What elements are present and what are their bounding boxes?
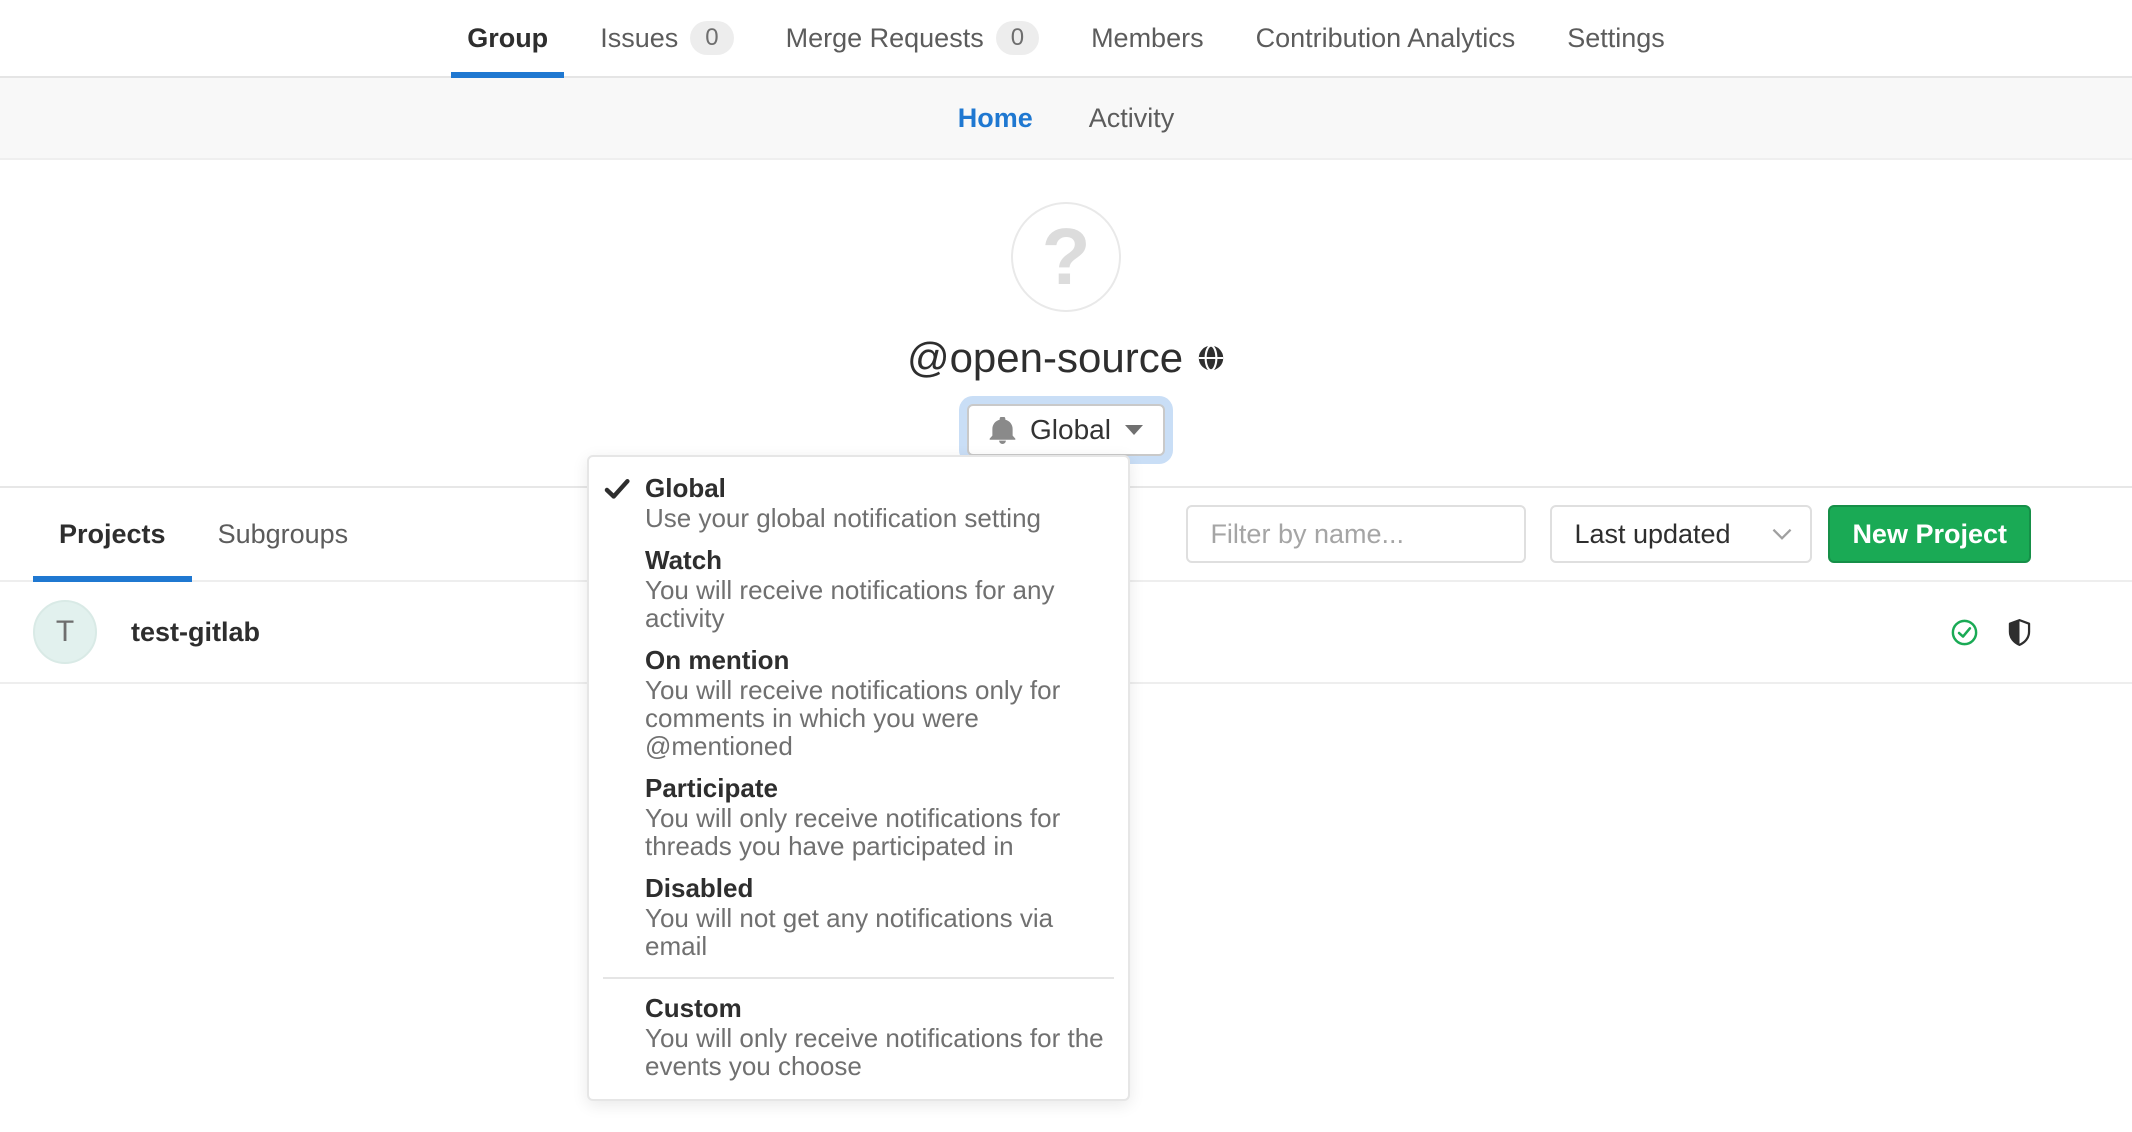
check-placeholder [589,545,645,632]
tab-settings-label: Settings [1567,23,1665,54]
option-title: Disabled [645,873,1106,904]
tab-settings[interactable]: Settings [1541,0,1691,76]
option-title: On mention [645,645,1106,676]
tab-subgroups[interactable]: Subgroups [192,488,375,580]
project-status-icons [1951,619,2031,646]
tab-projects[interactable]: Projects [33,488,192,580]
group-avatar-placeholder: ? [1042,211,1091,303]
tab-contribution-analytics[interactable]: Contribution Analytics [1230,0,1542,76]
check-placeholder [589,645,645,760]
notification-option-watch[interactable]: Watch You will receive notifications for… [589,539,1128,639]
notification-setting-button[interactable]: Global [967,404,1165,456]
option-description: You will receive notifications only for … [645,676,1106,760]
option-title: Global [645,473,1041,504]
subnav-item-activity[interactable]: Activity [1061,103,1203,134]
tab-subgroups-label: Subgroups [218,519,349,550]
project-avatar-initial: T [56,615,74,649]
option-description: You will receive notifications for any a… [645,576,1106,632]
group-avatar: ? [1011,202,1121,312]
sort-selected-label: Last updated [1574,519,1730,550]
tab-members[interactable]: Members [1065,0,1230,76]
group-header: ? @open-source Global [0,160,2132,456]
tab-projects-label: Projects [59,519,166,550]
project-avatar: T [33,600,97,664]
filter-by-name-input[interactable] [1186,505,1526,563]
notification-option-on-mention[interactable]: On mention You will receive notification… [589,639,1128,767]
top-navigation: Group Issues 0 Merge Requests 0 Members … [0,0,2132,78]
sub-navigation: Home Activity [0,78,2132,160]
group-name: @open-source [907,334,1183,382]
shield-half-icon [2008,619,2031,646]
tab-members-label: Members [1091,23,1204,54]
bell-icon [989,417,1016,444]
active-tab-indicator [33,576,192,582]
option-description: You will not get any notifications via e… [645,904,1106,960]
gitlab-group-page: Group Issues 0 Merge Requests 0 Members … [0,0,2132,1132]
option-title: Custom [645,993,1106,1024]
tab-contribution-analytics-label: Contribution Analytics [1256,23,1516,54]
tab-issues-label: Issues [600,23,678,54]
notification-option-participate[interactable]: Participate You will only receive notifi… [589,767,1128,867]
projects-controls: Last updated New Project [1186,505,2031,563]
notification-setting-label: Global [1030,414,1111,446]
issues-count-badge: 0 [690,21,733,55]
subnav-item-home[interactable]: Home [930,103,1061,134]
check-circle-icon [1951,619,1978,646]
option-description: Use your global notification setting [645,504,1041,532]
option-description: You will only receive notifications for … [645,1024,1106,1080]
tab-merge-requests[interactable]: Merge Requests 0 [760,0,1065,76]
tab-merge-requests-label: Merge Requests [786,23,984,54]
tab-issues[interactable]: Issues 0 [574,0,759,76]
check-icon [589,473,645,532]
check-placeholder [589,873,645,960]
page-title: @open-source [0,334,2132,382]
chevron-down-icon [1772,528,1792,540]
notification-option-global[interactable]: Global Use your global notification sett… [589,467,1128,539]
tab-group[interactable]: Group [441,0,574,76]
sort-dropdown[interactable]: Last updated [1550,505,1812,563]
check-placeholder [589,773,645,860]
globe-icon [1197,344,1225,372]
active-tab-indicator [451,72,564,78]
new-project-button[interactable]: New Project [1828,505,2031,563]
divider [603,977,1114,979]
notification-dropdown: Global Use your global notification sett… [587,455,1130,1101]
merge-requests-count-badge: 0 [996,21,1039,55]
projects-tabs: Projects Subgroups [33,488,374,580]
caret-down-icon [1125,425,1143,435]
check-placeholder [589,993,645,1080]
project-name-link[interactable]: test-gitlab [131,617,260,648]
notification-option-custom[interactable]: Custom You will only receive notificatio… [589,987,1128,1087]
option-title: Participate [645,773,1106,804]
option-title: Watch [645,545,1106,576]
option-description: You will only receive notifications for … [645,804,1106,860]
notification-option-disabled[interactable]: Disabled You will not get any notificati… [589,867,1128,967]
tab-group-label: Group [467,23,548,54]
